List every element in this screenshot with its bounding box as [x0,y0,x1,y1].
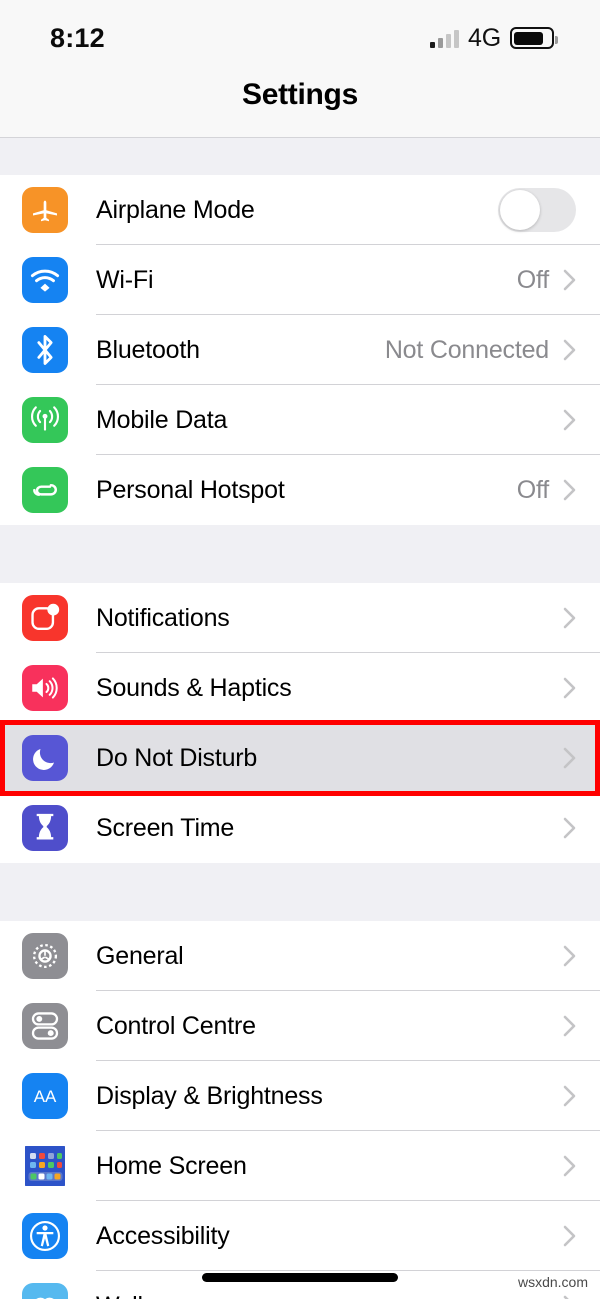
signal-bars-icon [430,29,460,48]
page-title: Settings [242,78,358,111]
status-bar-indicators: 4G [430,23,558,53]
row-label: Accessibility [96,1221,230,1250]
chevron-right-icon [563,269,576,291]
home-indicator [202,1273,398,1282]
moon-icon [22,735,68,781]
chevron-right-icon [563,1155,576,1177]
row-value: Off [516,265,549,294]
gear-icon [22,933,68,979]
settings-row-sounds-haptics[interactable]: Sounds & Haptics [0,653,600,723]
settings-row-general[interactable]: General [0,921,600,991]
settings-row-display-brightness[interactable]: AA Display & Brightness [0,1061,600,1131]
settings-row-airplane-mode[interactable]: Airplane Mode [0,175,600,245]
settings-row-do-not-disturb[interactable]: Do Not Disturb [0,723,600,793]
chevron-right-icon [563,817,576,839]
wallpaper-icon [22,1283,68,1299]
section-gap [0,138,600,175]
chevron-right-icon [563,479,576,501]
hotspot-icon [22,467,68,513]
settings-row-screen-time[interactable]: Screen Time [0,793,600,863]
battery-icon [510,27,558,49]
settings-row-control-centre[interactable]: Control Centre [0,991,600,1061]
chevron-right-icon [563,1225,576,1247]
settings-group-connectivity: Airplane Mode Wi-Fi Off Bluetooth Not Connec… [0,175,600,525]
chevron-right-icon [563,1295,576,1299]
hourglass-icon [22,805,68,851]
row-label: Sounds & Haptics [96,673,292,702]
sounds-icon [22,665,68,711]
settings-row-mobile-data[interactable]: Mobile Data [0,385,600,455]
airplane-icon [22,187,68,233]
chevron-right-icon [563,339,576,361]
status-bar-time: 8:12 [50,22,105,53]
section-gap [0,525,600,583]
settings-row-notifications[interactable]: Notifications [0,583,600,653]
wifi-icon [22,257,68,303]
row-label: Do Not Disturb [96,743,258,772]
row-label: Control Centre [96,1011,256,1040]
row-label: General [96,941,184,970]
chevron-right-icon [563,1085,576,1107]
watermark: wsxdn.com [517,1274,588,1290]
chevron-right-icon [563,677,576,699]
settings-list: Airplane Mode Wi-Fi Off Bluetooth Not Connec… [0,138,600,1299]
row-label: Wi-Fi [96,265,154,294]
row-label: Screen Time [96,813,235,842]
row-label: Bluetooth [96,335,200,364]
row-label: Mobile Data [96,405,228,434]
iphone-settings-screen: 8:12 4G Settings Airplane Mode Wi-Fi Off Bl… [0,0,600,1299]
row-label: Personal Hotspot [96,475,285,504]
svg-text:AA: AA [34,1087,57,1106]
notifications-icon [22,595,68,641]
bluetooth-icon [22,327,68,373]
section-gap [0,863,600,921]
airplane-mode-toggle[interactable] [498,188,576,232]
settings-row-accessibility[interactable]: Accessibility [0,1201,600,1271]
settings-row-personal-hotspot[interactable]: Personal Hotspot Off [0,455,600,525]
row-label: Home Screen [96,1151,247,1180]
settings-group-alerts: Notifications Sounds & Haptics Do Not Dis… [0,583,600,863]
chevron-right-icon [563,607,576,629]
control-centre-icon [22,1003,68,1049]
network-type-label: 4G [468,23,501,52]
settings-row-wi-fi[interactable]: Wi-Fi Off [0,245,600,315]
settings-group-system: General Control Centre AA Display & Brightn… [0,921,600,1299]
row-value: Not Connected [384,335,549,364]
settings-row-bluetooth[interactable]: Bluetooth Not Connected [0,315,600,385]
settings-row-home-screen[interactable]: Home Screen [0,1131,600,1201]
chevron-right-icon [563,747,576,769]
home-screen-icon [22,1143,68,1189]
chevron-right-icon [563,409,576,431]
toggle-knob [500,190,540,230]
mobile-data-icon [22,397,68,443]
chevron-right-icon [563,945,576,967]
status-bar: 8:12 4G [0,0,600,76]
row-label: Airplane Mode [96,195,255,224]
row-label: Display & Brightness [96,1081,323,1110]
navigation-bar: Settings [0,76,600,138]
row-value: Off [516,475,549,504]
accessibility-icon [22,1213,68,1259]
display-brightness-icon: AA [22,1073,68,1119]
row-label: Wallpaper [96,1292,563,1299]
chevron-right-icon [563,1015,576,1037]
row-label: Notifications [96,603,230,632]
